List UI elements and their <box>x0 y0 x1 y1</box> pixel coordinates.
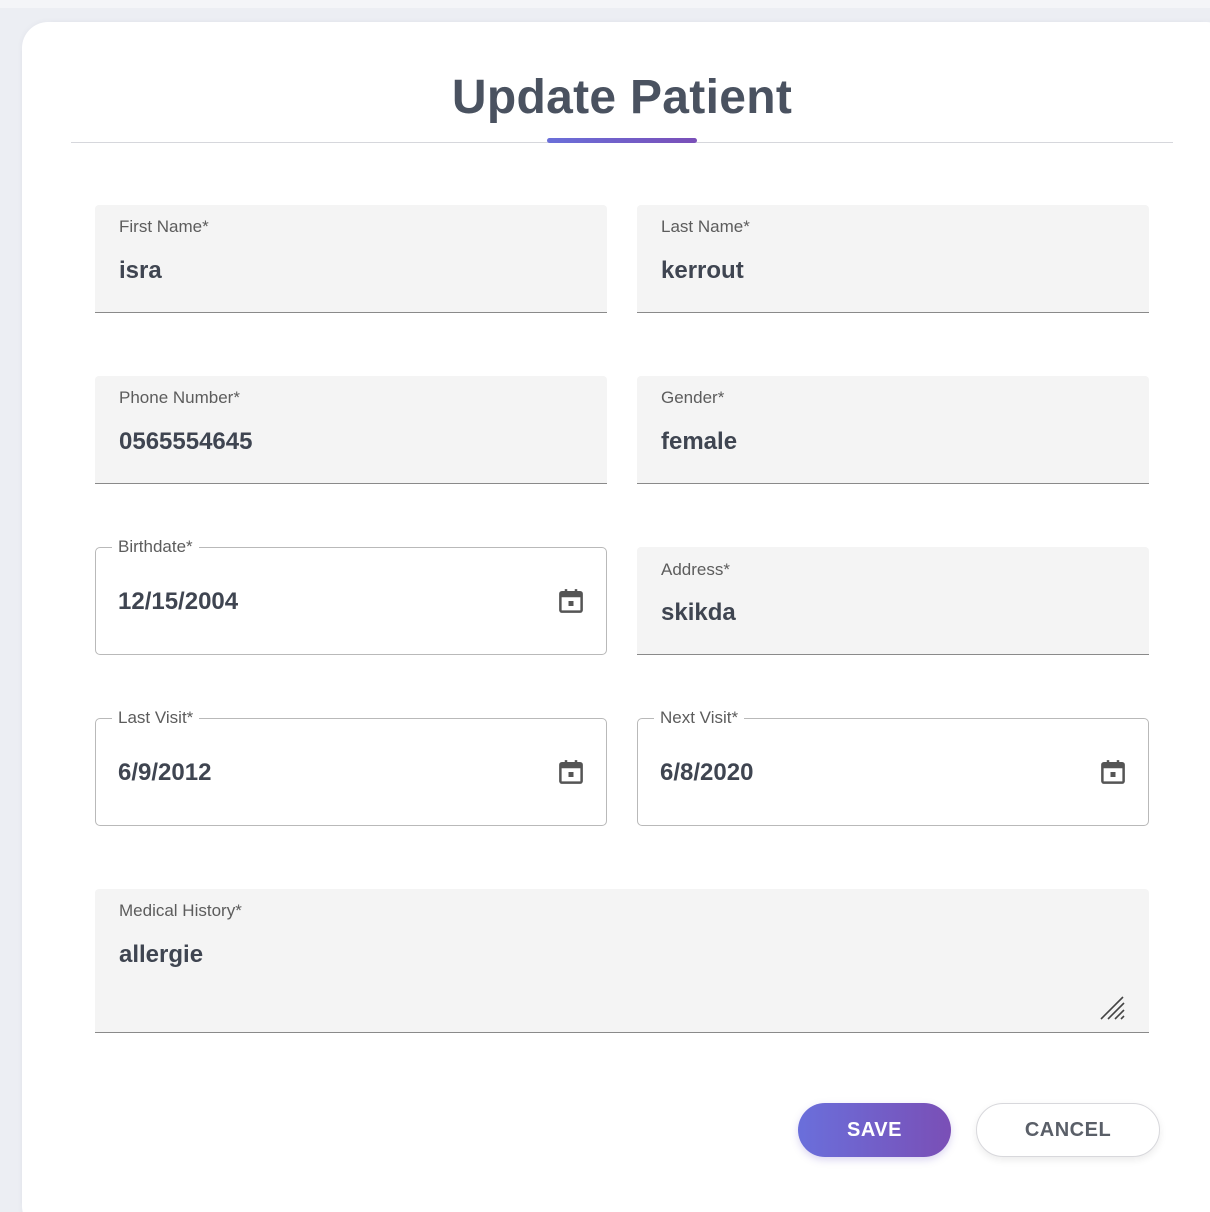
page: Update Patient First Name* isra Last Nam… <box>0 0 1210 1212</box>
last-visit-label: Last Visit* <box>112 708 200 728</box>
resize-handle-icon[interactable] <box>1097 992 1127 1022</box>
last-visit-value[interactable]: 6/9/2012 <box>118 759 211 787</box>
calendar-icon[interactable] <box>1098 755 1128 789</box>
next-visit-label: Next Visit* <box>654 708 745 728</box>
save-button[interactable]: SAVE <box>798 1103 951 1157</box>
cancel-button[interactable]: CANCEL <box>976 1103 1160 1157</box>
title-accent-underline <box>547 138 697 143</box>
dialog-title: Update Patient <box>451 71 793 124</box>
next-visit-value[interactable]: 6/8/2020 <box>660 759 753 787</box>
next-visit-field[interactable]: Next Visit* 6/8/2020 <box>637 708 1149 826</box>
address-label: Address* <box>661 560 730 579</box>
birthdate-value[interactable]: 12/15/2004 <box>118 588 238 616</box>
calendar-icon[interactable] <box>556 584 586 618</box>
gender-label: Gender* <box>661 388 725 407</box>
last-name-value[interactable]: kerrout <box>661 257 744 285</box>
phone-number-label: Phone Number* <box>119 388 240 407</box>
phone-number-field[interactable]: Phone Number* 0565554645 <box>95 376 607 484</box>
last-visit-field[interactable]: Last Visit* 6/9/2012 <box>95 708 607 826</box>
address-field[interactable]: Address* skikda <box>637 547 1149 655</box>
phone-number-value[interactable]: 0565554645 <box>119 428 252 456</box>
medical-history-label: Medical History* <box>119 901 242 920</box>
last-name-label: Last Name* <box>661 217 750 236</box>
first-name-label: First Name* <box>119 217 209 236</box>
last-name-field[interactable]: Last Name* kerrout <box>637 205 1149 313</box>
medical-history-field[interactable]: Medical History* allergie <box>95 889 1149 1033</box>
medical-history-value[interactable]: allergie <box>119 941 203 969</box>
first-name-value[interactable]: isra <box>119 257 162 285</box>
calendar-icon[interactable] <box>556 755 586 789</box>
top-strip <box>0 0 1210 8</box>
address-value[interactable]: skikda <box>661 599 736 627</box>
gender-field[interactable]: Gender* female <box>637 376 1149 484</box>
birthdate-label: Birthdate* <box>112 537 199 557</box>
first-name-field[interactable]: First Name* isra <box>95 205 607 313</box>
birthdate-field[interactable]: Birthdate* 12/15/2004 <box>95 537 607 655</box>
update-patient-dialog: Update Patient First Name* isra Last Nam… <box>22 22 1210 1212</box>
gender-value[interactable]: female <box>661 428 737 456</box>
